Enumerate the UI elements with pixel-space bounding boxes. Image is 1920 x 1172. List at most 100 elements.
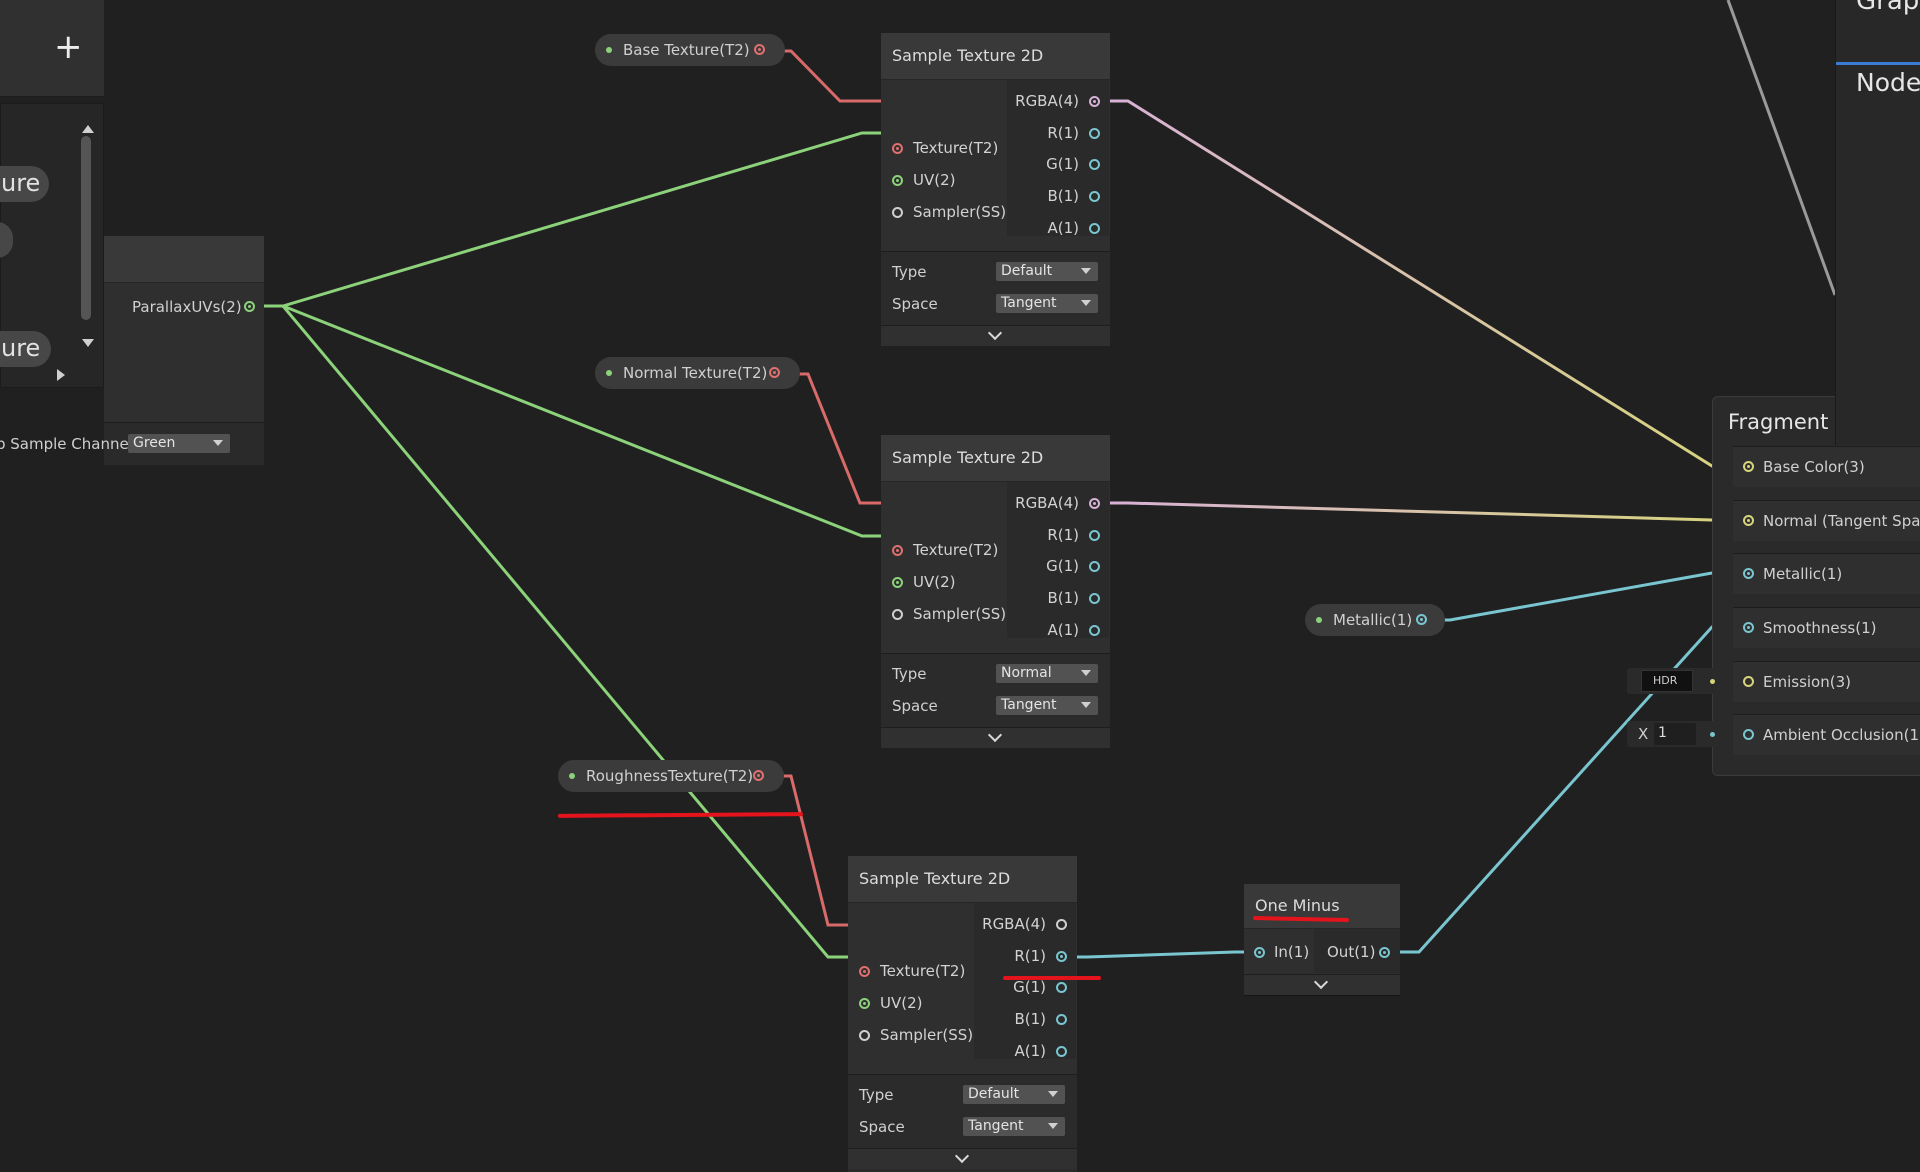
input-port-uv[interactable] [892,175,903,186]
input-port-sampler[interactable] [859,1030,870,1041]
property-base-texture[interactable]: Base Texture(T2) [595,34,785,66]
blackboard-pill-3[interactable]: ure [0,331,51,367]
output-port-g[interactable] [1056,982,1067,993]
expand-button[interactable] [881,727,1110,748]
expand-button[interactable] [1244,974,1400,995]
scroll-down-arrow[interactable] [82,339,94,347]
fragment-title[interactable]: Fragment [1728,410,1828,434]
ao-value: 1 [1658,725,1667,741]
property-base-texture-port[interactable] [754,44,765,55]
wire-rgba-to-base-color[interactable] [1107,99,1733,468]
wire-uv-to-sample-3[interactable] [262,304,849,959]
sample-channel-dropdown[interactable]: Green [128,434,230,453]
dropdown-arrow-icon [1048,1091,1058,1097]
wire-uv-to-sample-2[interactable] [262,304,883,538]
output-port-a[interactable] [1089,625,1100,636]
scrollbar-thumb[interactable] [81,136,91,320]
type-dropdown[interactable]: Default [996,262,1098,281]
blackboard-pill-1[interactable]: ure [0,166,49,202]
fragment-slot-emission[interactable]: Emission(3) [1733,661,1920,702]
output-port-b[interactable] [1089,191,1100,202]
inspector-tab-node[interactable]: Node [1856,68,1920,97]
input-port-texture[interactable] [892,545,903,556]
output-port-r[interactable] [1089,530,1100,541]
input-port-sampler[interactable] [892,207,903,218]
slot-port[interactable] [1743,515,1754,526]
wire-roughness-texture[interactable] [777,774,849,927]
output-port-rgba[interactable] [1089,96,1100,107]
parallax-output-port[interactable] [244,301,255,312]
fragment-slot-base-color[interactable]: Base Color(3) [1733,446,1920,487]
expand-button[interactable] [881,325,1110,346]
output-port-b[interactable] [1056,1014,1067,1025]
blackboard-pill-2[interactable] [0,222,13,258]
output-label-r: R(1) [1047,124,1079,142]
space-dropdown[interactable]: Tangent [963,1117,1065,1136]
wire-metallic[interactable] [1437,571,1733,622]
one-minus-input-port[interactable] [1254,947,1265,958]
red-annotation-r-output [1003,976,1101,980]
slot-port[interactable] [1743,729,1754,740]
wire-r-to-one-minus[interactable] [1073,950,1245,959]
fragment-slot-normal[interactable]: Normal (Tangent Space [1733,500,1920,541]
fragment-slot-metallic[interactable]: Metallic(1) [1733,553,1920,594]
hdr-swatch[interactable]: HDR [1641,670,1693,692]
output-label-g: G(1) [1046,155,1079,173]
slot-port[interactable] [1743,676,1754,687]
output-port-a[interactable] [1056,1046,1067,1057]
input-port-texture[interactable] [892,143,903,154]
type-dropdown[interactable]: Normal [996,664,1098,683]
property-metallic[interactable]: Metallic(1) [1305,604,1445,636]
expand-button[interactable] [848,1148,1077,1169]
output-port-rgba[interactable] [1056,919,1067,930]
property-metallic-label: Metallic(1) [1333,611,1413,629]
input-port-uv[interactable] [859,998,870,1009]
slot-port[interactable] [1743,622,1754,633]
output-port-r[interactable] [1089,128,1100,139]
blackboard-panel: ure ure ) [0,103,108,388]
property-normal-texture-port[interactable] [769,367,780,378]
scroll-right-arrow[interactable] [57,369,65,381]
wire-normal-texture[interactable] [794,372,883,505]
slot-port[interactable] [1743,461,1754,472]
ao-connector-dot [1710,732,1715,737]
fragment-slot-ambient-occlusion[interactable]: Ambient Occlusion(1) [1733,714,1920,755]
property-roughness-texture[interactable]: RoughnessTexture(T2) [558,760,784,792]
property-metallic-port[interactable] [1416,614,1427,625]
output-port-g[interactable] [1089,159,1100,170]
output-port-r[interactable] [1056,951,1067,962]
output-label-r: R(1) [1047,526,1079,544]
node-title[interactable]: Sample Texture 2D [881,435,1110,482]
input-port-texture[interactable] [859,966,870,977]
parallax-node-title[interactable] [104,236,264,283]
add-button[interactable]: + [54,30,83,64]
space-dropdown[interactable]: Tangent [996,696,1098,715]
property-roughness-texture-port[interactable] [753,770,764,781]
output-port-b[interactable] [1089,593,1100,604]
ao-value-field[interactable]: X 1 [1627,721,1727,747]
node-title[interactable]: Sample Texture 2D [848,856,1077,903]
output-port-g[interactable] [1089,561,1100,572]
output-port-rgba[interactable] [1089,498,1100,509]
wire-base-texture[interactable] [777,49,883,103]
input-port-uv[interactable] [892,577,903,588]
scroll-up-arrow[interactable] [82,125,94,133]
input-port-sampler[interactable] [892,609,903,620]
type-dropdown[interactable]: Default [963,1085,1065,1104]
output-label-a: A(1) [1047,621,1079,639]
fragment-slot-smoothness[interactable]: Smoothness(1) [1733,607,1920,648]
output-port-a[interactable] [1089,223,1100,234]
wire-rgba-to-normal[interactable] [1107,501,1733,522]
node-title[interactable]: Sample Texture 2D [881,33,1110,80]
one-minus-title[interactable]: One Minus [1244,884,1400,929]
one-minus-node[interactable]: One Minus In(1) Out(1) [1244,884,1400,995]
wire-uv-to-sample-1[interactable] [262,131,883,308]
slot-port[interactable] [1743,568,1754,579]
space-dropdown[interactable]: Tangent [996,294,1098,313]
parallax-node[interactable]: ParallaxUVs(2) [104,236,264,465]
scrollbar-track[interactable] [79,125,94,347]
property-normal-texture[interactable]: Normal Texture(T2) [595,357,800,389]
ao-value-input[interactable]: 1 [1654,723,1696,745]
emission-hdr-field[interactable]: HDR [1627,668,1727,694]
one-minus-output-port[interactable] [1379,947,1390,958]
